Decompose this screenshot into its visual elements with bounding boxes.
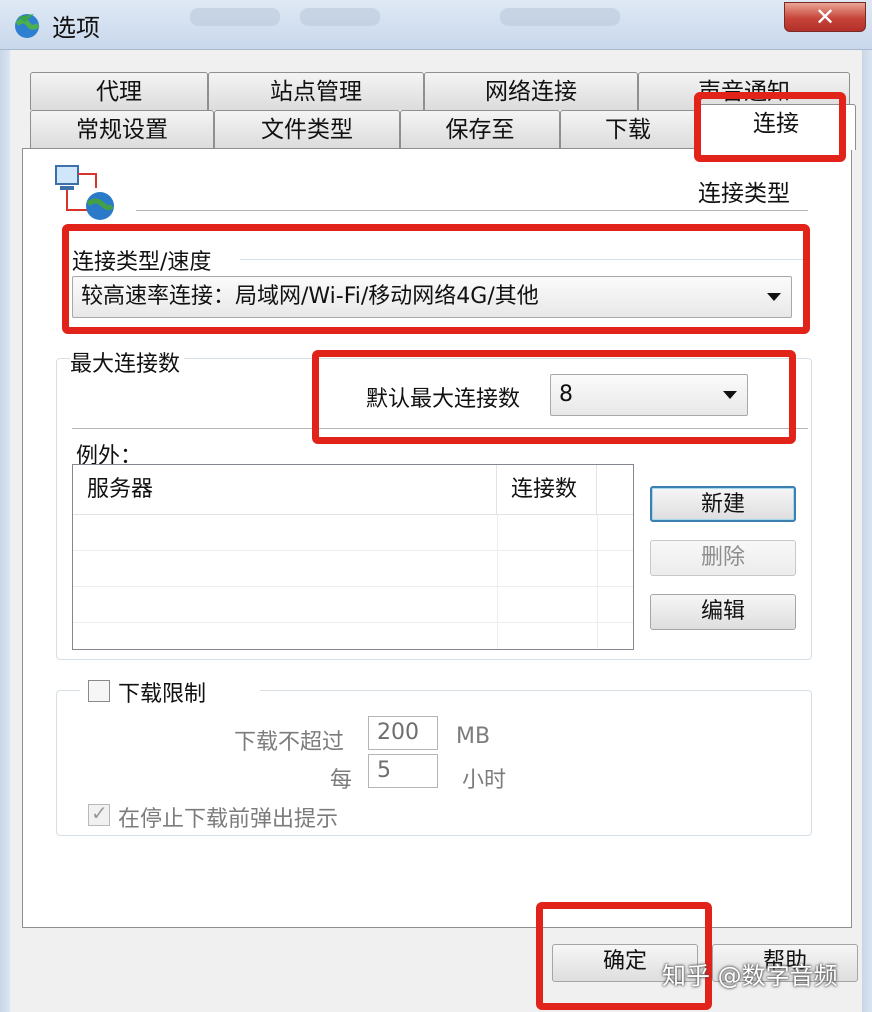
tab-network-connection[interactable]: 网络连接 xyxy=(424,72,638,110)
max-download-label: 下载不超过 xyxy=(234,730,345,755)
title-bar: 选项 ✕ xyxy=(0,0,872,50)
edit-button[interactable]: 编辑 xyxy=(650,594,796,630)
default-max-connections-select[interactable]: 8 xyxy=(550,374,748,416)
max-connections-label: 最大连接数 xyxy=(70,346,185,378)
app-globe-icon xyxy=(15,14,40,38)
close-button[interactable]: ✕ xyxy=(784,2,866,32)
chevron-down-icon xyxy=(723,391,737,399)
list-item xyxy=(73,587,633,623)
column-separator xyxy=(497,515,498,649)
tab-proxy[interactable]: 代理 xyxy=(30,72,208,110)
chevron-down-icon xyxy=(767,293,781,301)
tab-download[interactable]: 下载 xyxy=(560,110,696,148)
group-divider xyxy=(72,428,808,429)
section-title: 连接类型 xyxy=(698,181,790,207)
section-divider xyxy=(136,210,808,211)
window-frame-left xyxy=(0,50,10,1012)
period-label: 每 xyxy=(330,768,353,793)
new-button[interactable]: 新建 xyxy=(650,486,796,522)
window-frame-right xyxy=(862,50,872,1012)
tab-connection[interactable]: 连接 xyxy=(696,104,856,150)
blurred-background xyxy=(500,8,620,26)
window-title: 选项 xyxy=(52,14,100,42)
download-limit-checkbox[interactable] xyxy=(88,680,110,702)
watermark: 知乎 @数字音频 xyxy=(662,962,838,990)
blurred-background xyxy=(300,8,380,26)
delete-button[interactable]: 删除 xyxy=(650,540,796,576)
download-limit-label: 下载限制 xyxy=(118,682,207,707)
list-item xyxy=(73,515,633,551)
exceptions-list[interactable]: 服务器 连接数 xyxy=(72,464,634,650)
max-download-unit: MB xyxy=(456,724,491,749)
connection-type-select[interactable]: 较高速率连接：局域网/Wi-Fi/移动网络4G/其他 xyxy=(72,276,792,318)
tab-file-types[interactable]: 文件类型 xyxy=(214,110,400,148)
column-header-server[interactable]: 服务器 xyxy=(73,465,497,515)
max-download-input[interactable]: 200 xyxy=(368,716,438,750)
list-item xyxy=(73,551,633,587)
tab-site-manager[interactable]: 站点管理 xyxy=(208,72,424,110)
column-header-connections[interactable]: 连接数 xyxy=(497,465,597,515)
prompt-before-stop-label: 在停止下载前弹出提示 xyxy=(118,807,339,832)
group-divider xyxy=(240,259,808,260)
column-separator xyxy=(597,515,598,649)
period-input[interactable]: 5 xyxy=(368,754,438,788)
period-unit: 小时 xyxy=(462,768,507,793)
blurred-background xyxy=(190,8,280,26)
network-connection-icon xyxy=(55,165,114,220)
connection-type-label: 连接类型/速度 xyxy=(72,244,216,276)
tab-save-to[interactable]: 保存至 xyxy=(400,110,560,148)
prompt-before-stop-checkbox[interactable] xyxy=(88,801,110,826)
default-max-connections-label: 默认最大连接数 xyxy=(366,387,521,412)
list-header: 服务器 连接数 xyxy=(73,465,633,515)
tab-general[interactable]: 常规设置 xyxy=(30,110,214,148)
